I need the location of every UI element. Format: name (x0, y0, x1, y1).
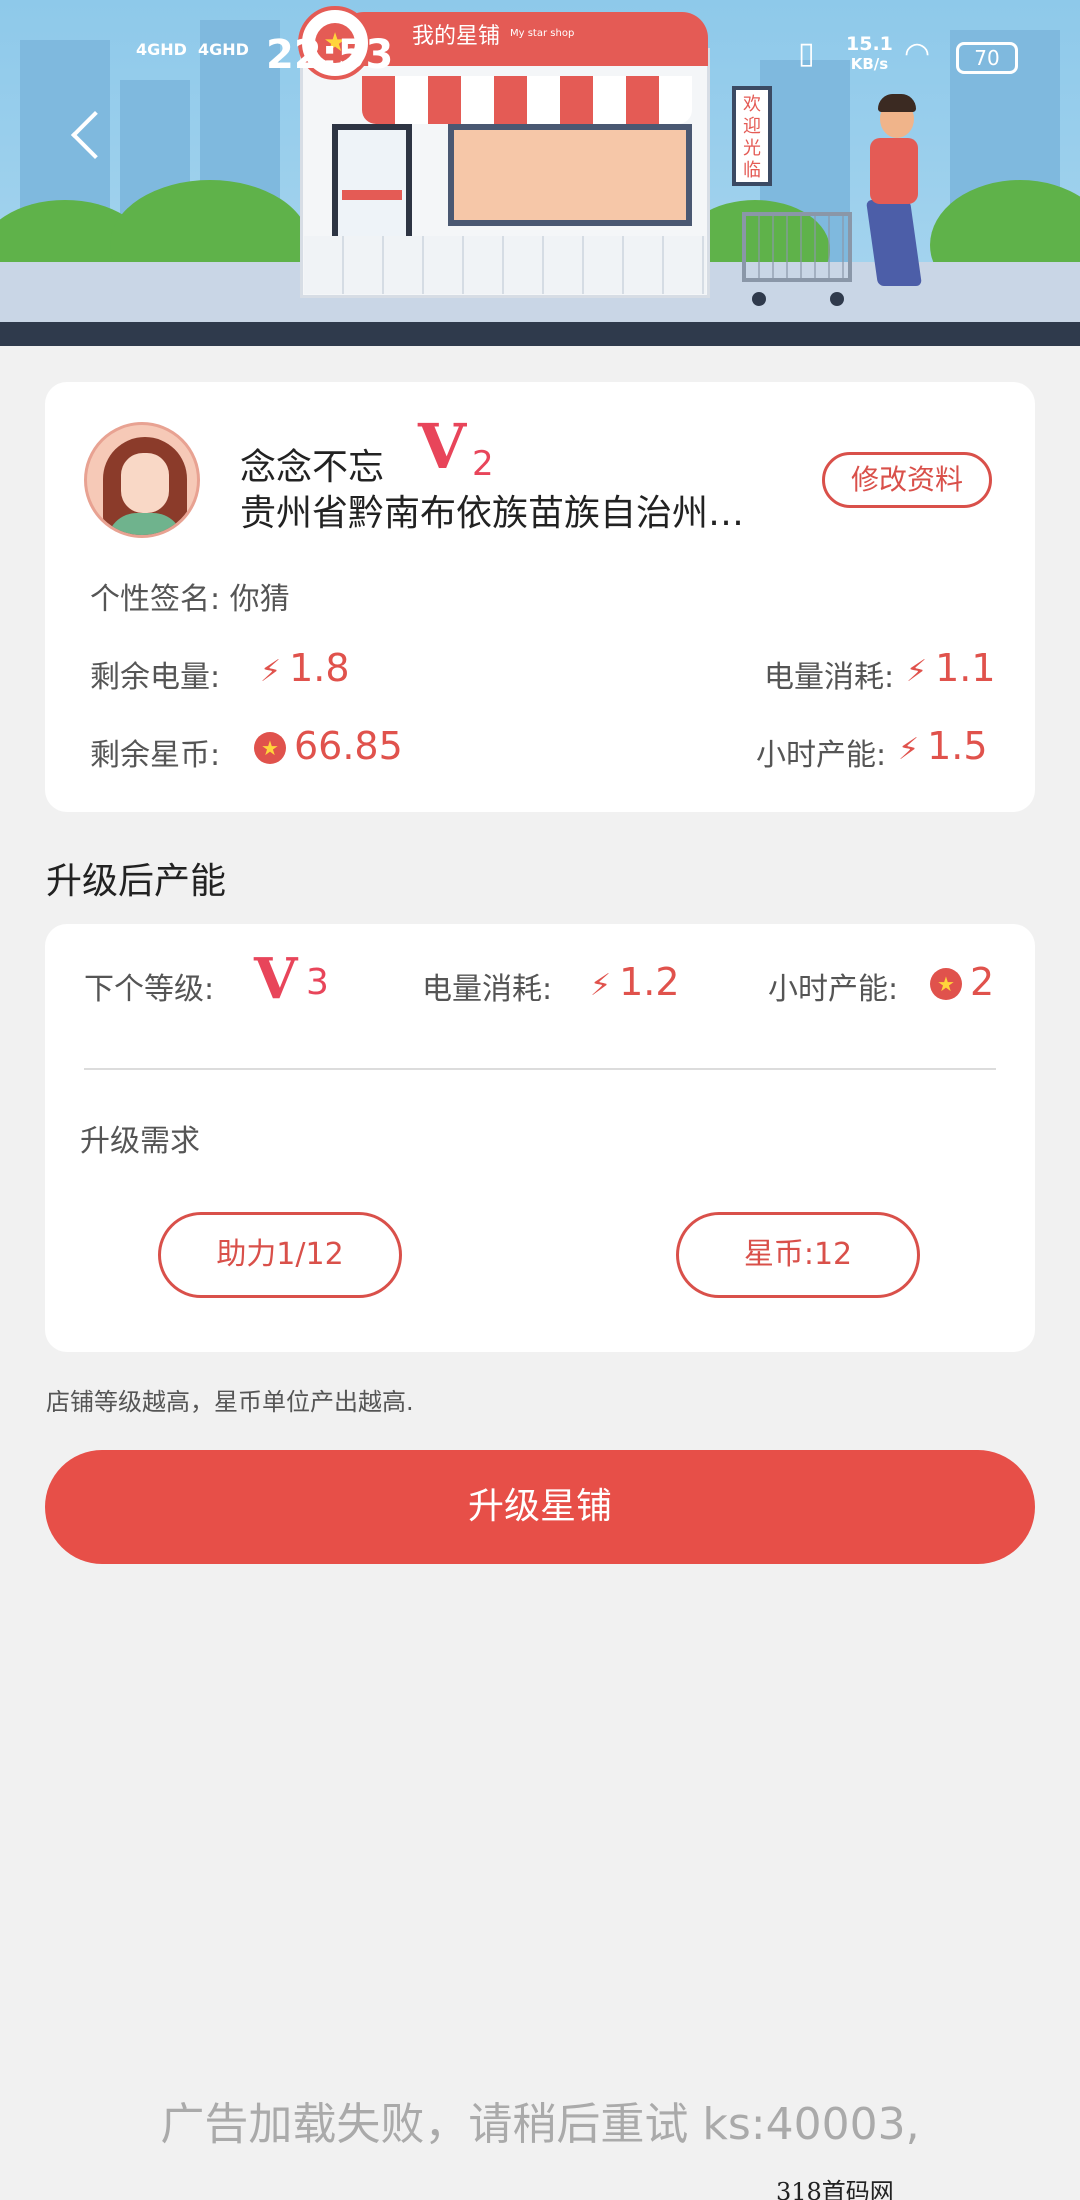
cart-wheel (752, 292, 766, 306)
coins-left-value-row: ★ 66.85 (254, 724, 403, 768)
watermark: 318首码网 www.E318.com (776, 2178, 894, 2200)
shopper-hair (878, 94, 916, 112)
vibrate-icon: ▯ (798, 36, 815, 71)
shop-window (448, 124, 692, 226)
requirement-title: 升级需求 (80, 1124, 200, 1159)
signature-value: 你猜 (229, 582, 290, 617)
network-indicator: 4GHD (198, 40, 249, 59)
next-hourly-output-label: 小时产能: (768, 972, 899, 1007)
assist-requirement-button[interactable]: 助力1/12 (158, 1212, 402, 1298)
edit-profile-button[interactable]: 修改资料 (822, 452, 992, 508)
power-left-label: 剩余电量: (90, 660, 221, 695)
star-coin-icon: ★ (254, 732, 286, 764)
next-power-cost-label: 电量消耗: (422, 972, 553, 1007)
cart-wheel (830, 292, 844, 306)
nickname: 念念不忘 (240, 447, 385, 488)
divider (84, 1068, 996, 1070)
speed-unit: KB/s (850, 55, 889, 73)
lightning-icon: ⚡ (590, 968, 612, 1003)
upgrade-section-title: 升级后产能 (46, 861, 227, 902)
network-speed: 15.1 KB/s (846, 34, 893, 74)
lightning-icon: ⚡ (260, 654, 282, 689)
battery-icon: 70 (956, 42, 1018, 74)
lightning-icon: ⚡ (898, 732, 920, 767)
power-cost-value: 1.1 (935, 646, 996, 690)
status-bar: 4GHD 4GHD 22:53 ▯ 15.1 KB/s ◠ 70 (0, 30, 1080, 90)
hourly-output-label: 小时产能: (756, 738, 887, 773)
clock: 22:53 (266, 32, 394, 78)
wifi-icon: ◠ (904, 36, 931, 71)
next-power-cost-value: 1.2 (619, 960, 680, 1004)
next-hourly-output-value-row: ★ 2 (930, 960, 994, 1004)
power-left-value-row: ⚡ 1.8 (260, 646, 350, 690)
next-power-cost-value-row: ⚡ 1.2 (590, 960, 680, 1004)
power-cost-value-row: ⚡ 1.1 (906, 646, 996, 690)
next-hourly-output-value: 2 (970, 960, 995, 1004)
star-coin-icon: ★ (930, 968, 962, 1000)
coins-left-value: 66.85 (294, 724, 403, 768)
level-badge-letter: V (418, 410, 467, 483)
coins-left-label: 剩余星币: (90, 738, 221, 773)
avatar[interactable] (84, 422, 200, 538)
upgrade-shop-button[interactable]: 升级星铺 (45, 1450, 1035, 1564)
hourly-output-value-row: ⚡ 1.5 (898, 724, 988, 768)
door-stripe (342, 190, 402, 200)
power-left-value: 1.8 (289, 646, 350, 690)
power-cost-label: 电量消耗: (764, 660, 895, 695)
signature-row: 个性签名: 你猜 (90, 574, 290, 618)
shopper-body (870, 138, 918, 204)
network-indicator: 4GHD (136, 40, 187, 59)
shop-wall (304, 236, 706, 294)
level-badge-number: 2 (472, 444, 494, 484)
next-level-letter: V (254, 946, 298, 1012)
hourly-output-value: 1.5 (927, 724, 988, 768)
shopping-cart-icon (742, 212, 852, 282)
lightning-icon: ⚡ (906, 654, 928, 689)
ad-error-message: 广告加载失败，请稍后重试 ks:40003, (160, 2099, 920, 2150)
region-text: 贵州省黔南布依族苗族自治州… (240, 493, 745, 534)
welcome-sign: 欢迎光临 (732, 86, 772, 186)
coin-requirement-button[interactable]: 星币:12 (676, 1212, 920, 1298)
signature-label: 个性签名: (90, 582, 221, 617)
road (0, 322, 1080, 346)
next-level-number: 3 (306, 962, 329, 1003)
speed-value: 15.1 (846, 33, 893, 55)
level-hint-text: 店铺等级越高，星币单位产出越高. (46, 1388, 414, 1416)
next-level-label: 下个等级: (84, 972, 215, 1007)
